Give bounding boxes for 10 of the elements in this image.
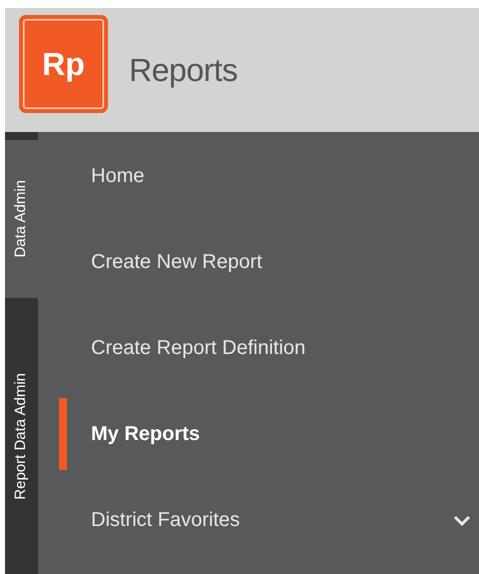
side-tab[interactable]: Report Data Admin xyxy=(5,298,38,574)
menu-item[interactable]: Create New Report xyxy=(91,247,262,277)
menu-item[interactable]: Home xyxy=(91,161,144,191)
menu-item[interactable]: District Favorites xyxy=(91,505,240,535)
menu-item[interactable]: Create Report Definition xyxy=(91,333,306,363)
app-title: Reports xyxy=(129,51,238,90)
chevron-down-icon[interactable] xyxy=(453,514,471,526)
side-tab[interactable]: Data Admin xyxy=(5,132,38,298)
menu-item[interactable]: My Reports xyxy=(91,419,200,449)
app-logo: Rp xyxy=(19,15,108,113)
